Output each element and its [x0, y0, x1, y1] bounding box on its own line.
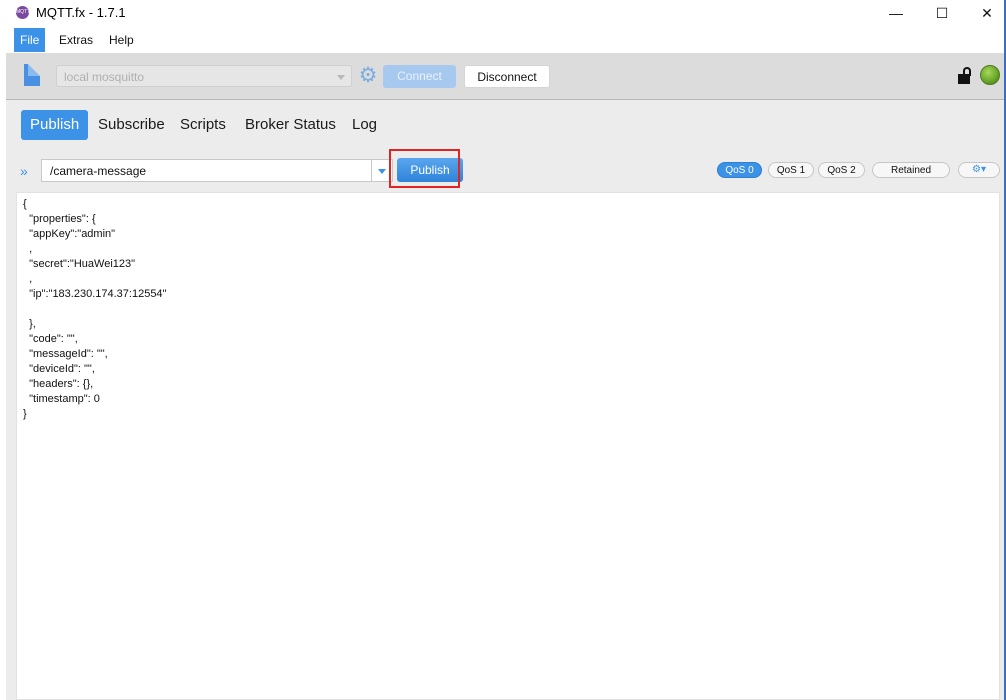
menu-file[interactable]: File [14, 28, 46, 52]
payload-editor[interactable]: { "properties": { "appKey":"admin" , "se… [16, 192, 1000, 700]
connection-status-indicator [980, 65, 1000, 85]
divider [371, 160, 372, 181]
highlight-box [389, 149, 460, 188]
tab-publish[interactable]: Publish [21, 110, 89, 140]
connect-button[interactable]: Connect [383, 65, 456, 88]
expand-chevron-icon[interactable]: » [20, 163, 28, 179]
topic-value: /camera-message [50, 164, 147, 178]
publish-settings-gear-icon[interactable]: ⚙▾ [958, 162, 1000, 178]
disconnect-button[interactable]: Disconnect [464, 65, 550, 88]
tab-scripts[interactable]: Scripts [171, 110, 235, 140]
tab-broker-status[interactable]: Broker Status [236, 110, 345, 140]
mqttfx-app-icon: MQTT [16, 6, 30, 19]
connection-profile-select[interactable]: local mosquitto [56, 65, 352, 87]
payload-text[interactable]: { "properties": { "appKey":"admin" , "se… [17, 193, 999, 422]
menu-extras[interactable]: Extras [53, 28, 99, 52]
topic-input[interactable]: /camera-message [41, 159, 393, 182]
tab-subscribe[interactable]: Subscribe [89, 110, 174, 140]
menu-help[interactable]: Help [103, 28, 140, 52]
maximize-button[interactable]: ☐ [919, 0, 965, 26]
minimize-button[interactable]: — [873, 0, 919, 26]
qos2-toggle[interactable]: QoS 2 [818, 162, 865, 178]
qos0-toggle[interactable]: QoS 0 [717, 162, 762, 178]
tab-log[interactable]: Log [343, 110, 386, 140]
app-window: MQTT MQTT.fx - 1.7.1 — ☐ ✕ File Extras H… [0, 0, 1006, 700]
window-title: MQTT.fx - 1.7.1 [36, 5, 126, 20]
retained-toggle[interactable]: Retained [872, 162, 950, 178]
gear-icon[interactable]: ⚙ [358, 65, 378, 86]
chevron-down-icon[interactable] [378, 169, 386, 174]
connection-profile-value: local mosquitto [64, 70, 145, 84]
edit-profile-document-icon[interactable] [24, 64, 40, 86]
unlocked-lock-icon [958, 67, 974, 85]
close-button[interactable]: ✕ [964, 0, 1006, 26]
main-panel: Publish Subscribe Scripts Broker Status … [6, 100, 1004, 700]
menu-bar: File Extras Help [0, 28, 1004, 52]
connection-toolbar: local mosquitto ⚙ Connect Disconnect [6, 53, 1004, 100]
chevron-down-icon [337, 75, 345, 80]
qos1-toggle[interactable]: QoS 1 [768, 162, 814, 178]
title-bar: MQTT MQTT.fx - 1.7.1 — ☐ ✕ [0, 0, 1004, 26]
